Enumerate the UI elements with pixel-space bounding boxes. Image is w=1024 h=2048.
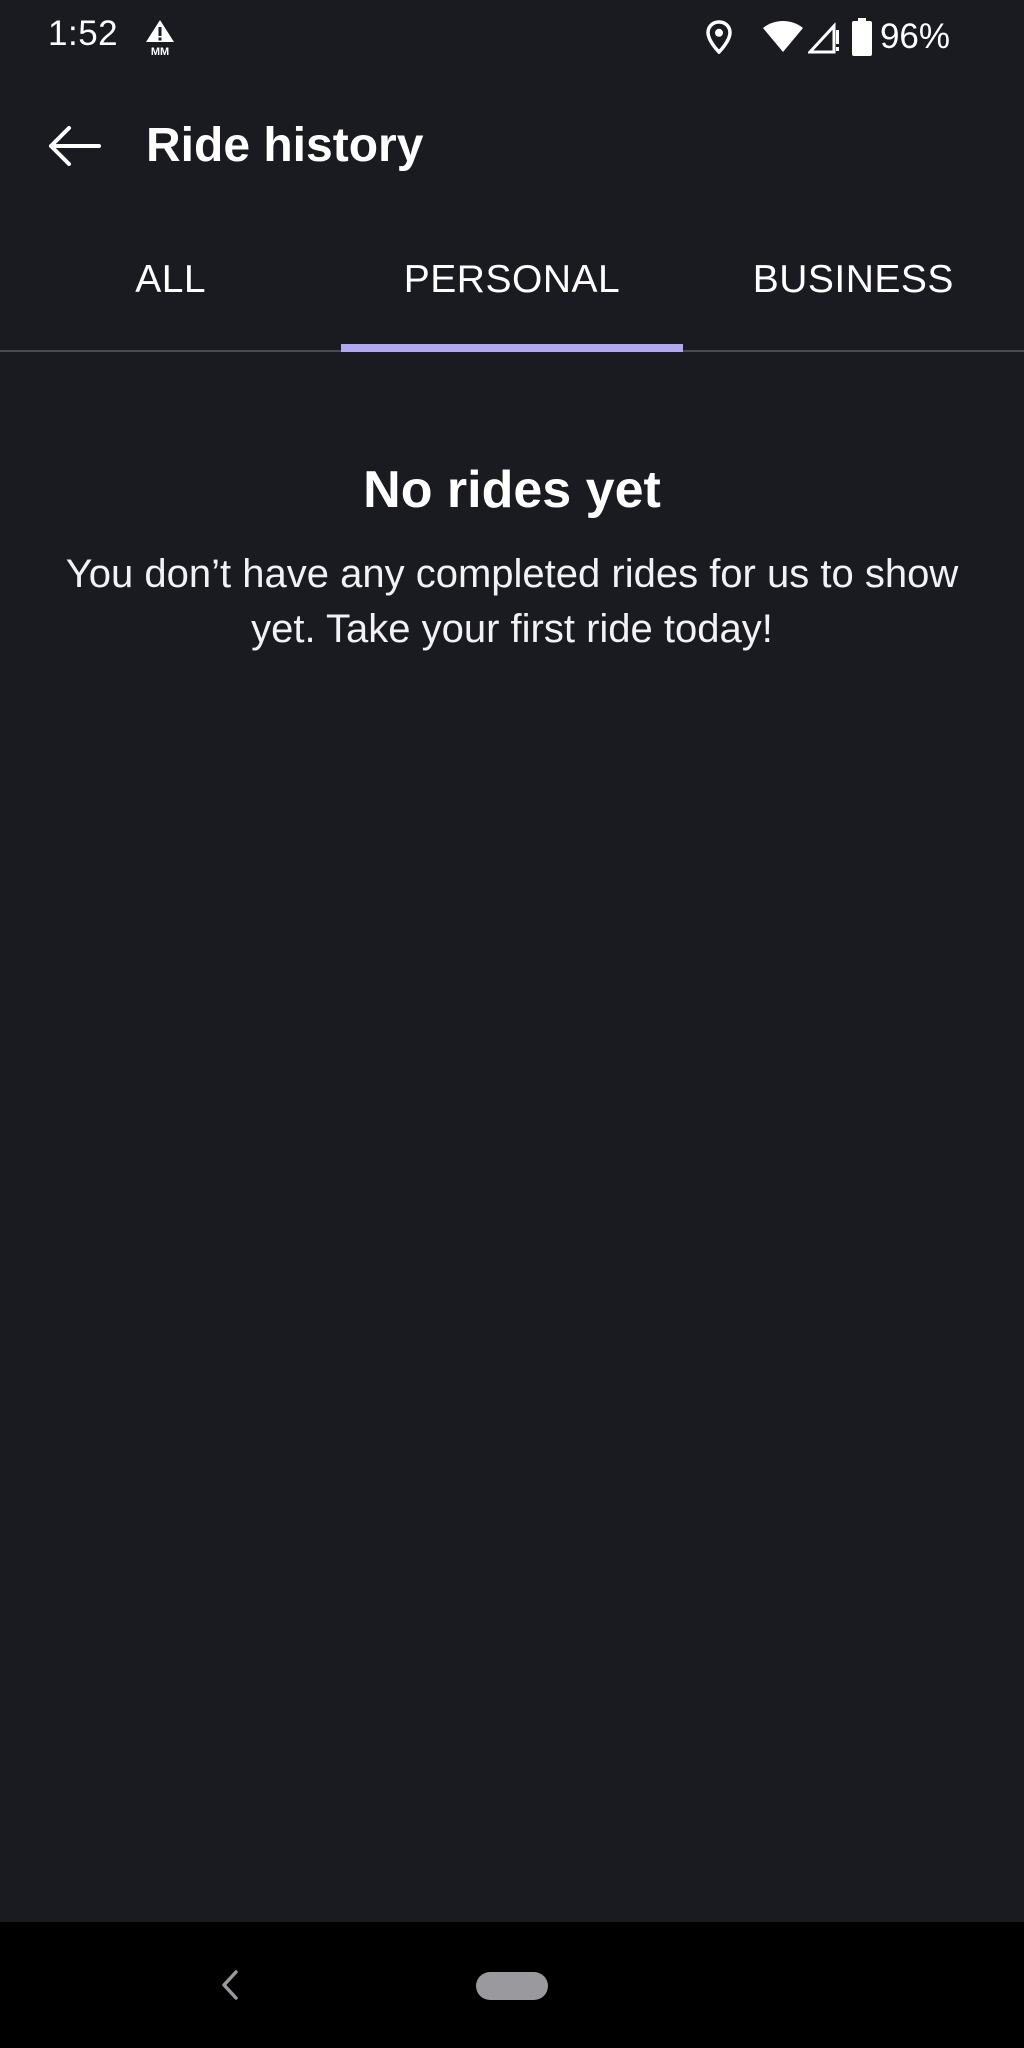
- tab-personal[interactable]: PERSONAL: [341, 224, 683, 352]
- app-bar: Ride history: [0, 96, 1024, 196]
- alert-icon: MM: [144, 18, 176, 58]
- tab-all[interactable]: ALL: [0, 224, 341, 350]
- tab-label: BUSINESS: [752, 258, 954, 301]
- location-icon: [706, 20, 732, 54]
- cell-signal-icon: [807, 20, 840, 54]
- system-nav-bar: [0, 1922, 1024, 2048]
- chevron-left-icon: [222, 1970, 238, 2000]
- back-button[interactable]: [38, 116, 110, 176]
- status-time: 1:52: [48, 14, 119, 53]
- svg-text:MM: MM: [151, 46, 169, 58]
- status-icons: 96%: [692, 14, 950, 60]
- empty-state-title: No rides yet: [363, 461, 661, 519]
- empty-state-message: You don’t have any completed rides for u…: [65, 552, 959, 651]
- tab-bar: ALL PERSONAL BUSINESS: [0, 224, 1024, 352]
- nav-home-pill[interactable]: [476, 1972, 548, 2000]
- status-bar: 1:52 MM 96%: [0, 0, 1024, 74]
- tab-label: PERSONAL: [403, 258, 621, 301]
- empty-state: No rides yet You don’t have any complete…: [0, 455, 1024, 657]
- battery-percent: 96%: [879, 17, 950, 56]
- arrow-left-icon: [49, 126, 101, 166]
- tab-label: ALL: [135, 258, 207, 301]
- tab-business[interactable]: BUSINESS: [683, 224, 1024, 350]
- battery-icon: [851, 18, 872, 56]
- ride-history-screen: 1:52 MM 96% Ride history ALL PERSONAL BU…: [0, 0, 1024, 2048]
- selected-tab-indicator: [341, 344, 683, 352]
- wifi-icon: [762, 20, 804, 54]
- page-title: Ride history: [146, 119, 424, 172]
- nav-back-button[interactable]: [210, 1960, 250, 2010]
